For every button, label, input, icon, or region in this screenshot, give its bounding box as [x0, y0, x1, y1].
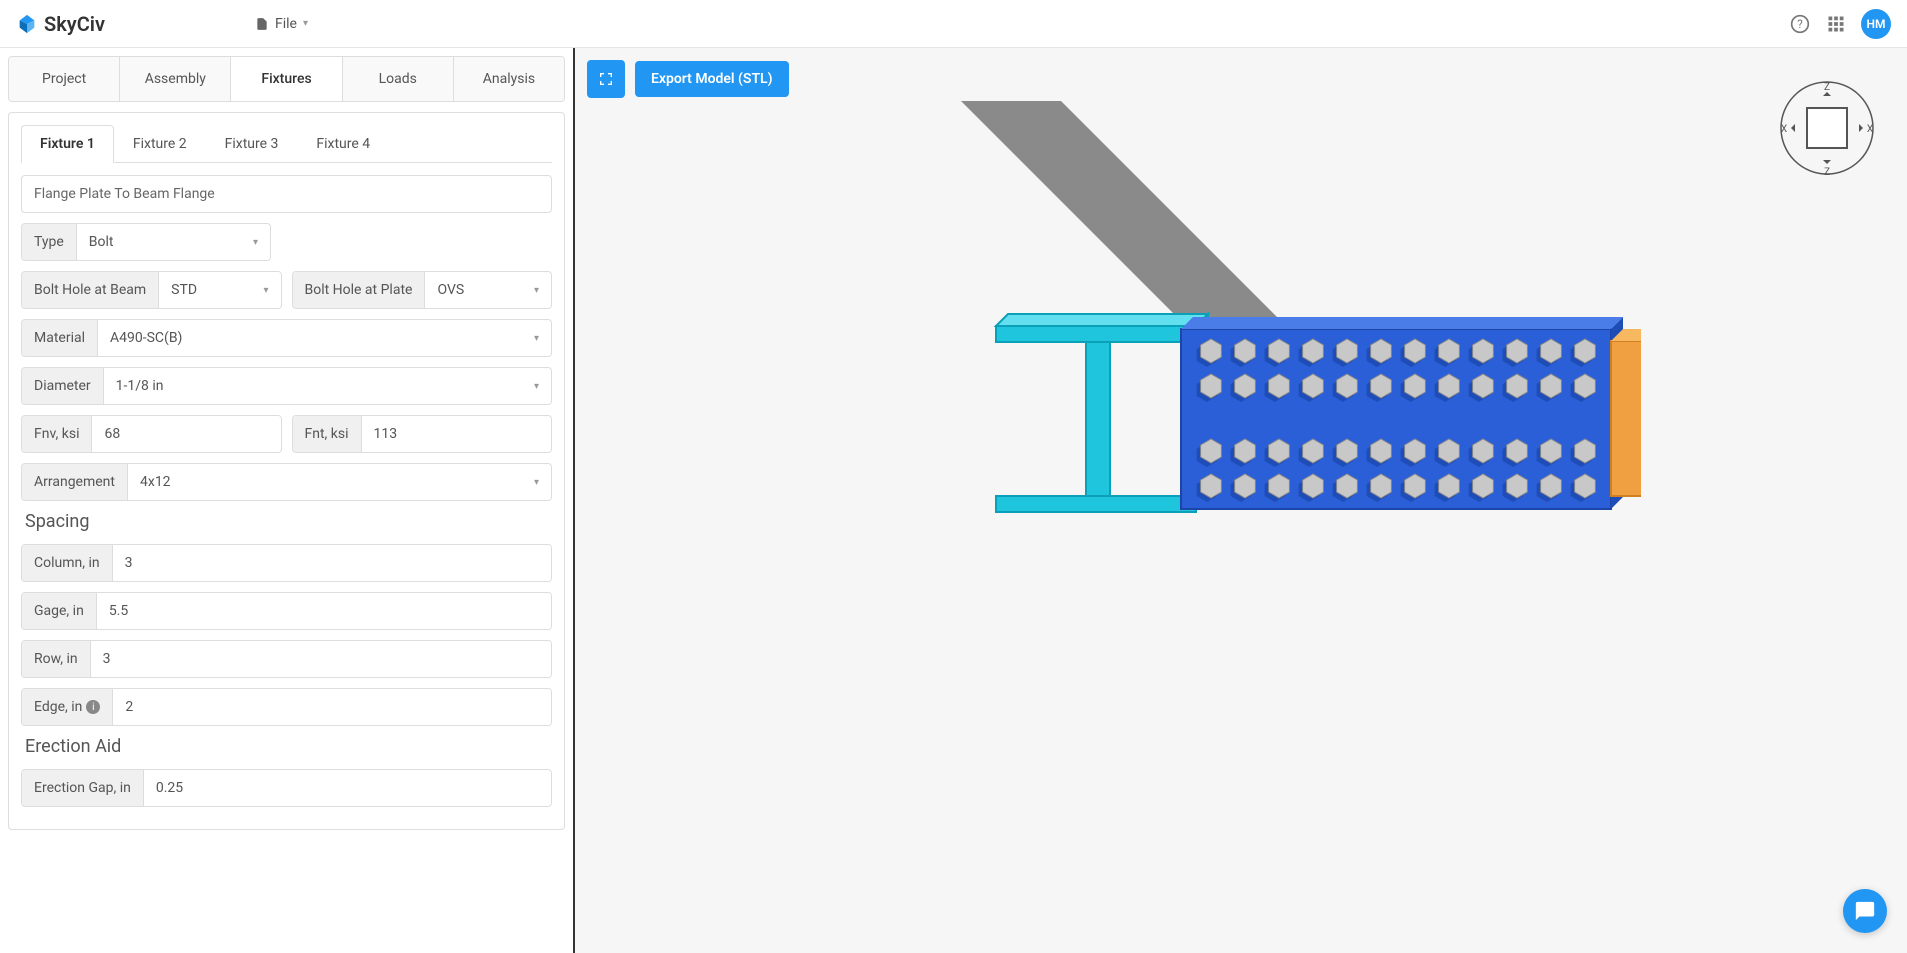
erection-gap-input[interactable]: 0.25 — [144, 770, 551, 806]
tab-project[interactable]: Project — [9, 57, 120, 101]
diameter-label: Diameter — [22, 368, 104, 404]
svg-text:Z: Z — [1824, 82, 1830, 93]
tab-analysis[interactable]: Analysis — [454, 57, 564, 101]
topbar-right: ? HM — [1789, 9, 1891, 39]
gage-input[interactable]: 5.5 — [97, 593, 551, 629]
material-select[interactable]: A490-SC(B)▾ — [98, 320, 551, 356]
topbar-left: SkyCiv File ▾ — [16, 12, 308, 36]
fnt-label: Fnt, ksi — [293, 416, 362, 452]
erection-gap-label: Erection Gap, in — [22, 770, 144, 806]
fixture-tab-4[interactable]: Fixture 4 — [297, 125, 389, 163]
expand-button[interactable] — [587, 60, 625, 98]
chevron-down-icon: ▾ — [303, 18, 308, 29]
fnv-input[interactable]: 68 — [92, 416, 280, 452]
model-render — [841, 101, 1641, 601]
fixture-name-input[interactable] — [21, 175, 552, 213]
tab-loads[interactable]: Loads — [343, 57, 454, 101]
diameter-select[interactable]: 1-1/8 in▾ — [104, 368, 551, 404]
edge-label: Edge, ini — [22, 689, 113, 725]
material-label: Material — [22, 320, 98, 356]
fixture-tabs: Fixture 1 Fixture 2 Fixture 3 Fixture 4 — [21, 125, 552, 163]
fixture-card: Fixture 1 Fixture 2 Fixture 3 Fixture 4 … — [8, 112, 565, 830]
svg-text:Z: Z — [1824, 167, 1830, 178]
column-input[interactable]: 3 — [113, 545, 551, 581]
fnv-label: Fnv, ksi — [22, 416, 92, 452]
user-avatar[interactable]: HM — [1861, 9, 1891, 39]
chat-button[interactable] — [1843, 889, 1887, 933]
chevron-down-icon: ▾ — [534, 333, 539, 344]
gage-label: Gage, in — [22, 593, 97, 629]
fixture-tab-2[interactable]: Fixture 2 — [114, 125, 206, 163]
apps-icon[interactable] — [1825, 13, 1847, 35]
column-label: Column, in — [22, 545, 113, 581]
chevron-down-icon: ▾ — [253, 237, 258, 248]
view-compass[interactable]: Z Z X X — [1777, 78, 1877, 178]
chevron-down-icon: ▾ — [263, 285, 268, 296]
bolt-hole-plate-select[interactable]: OVS▾ — [425, 272, 551, 308]
fixture-tab-3[interactable]: Fixture 3 — [206, 125, 298, 163]
arrangement-label: Arrangement — [22, 464, 128, 500]
arrangement-select[interactable]: 4x12▾ — [128, 464, 551, 500]
type-select[interactable]: Bolt▾ — [77, 224, 270, 260]
canvas-toolbar: Export Model (STL) — [587, 60, 789, 98]
tab-assembly[interactable]: Assembly — [120, 57, 231, 101]
chat-icon — [1854, 900, 1876, 922]
logo-icon — [16, 13, 38, 35]
help-icon[interactable]: ? — [1789, 13, 1811, 35]
spacing-header: Spacing — [25, 511, 552, 532]
viewport-3d[interactable]: Export Model (STL) Z Z X X — [575, 48, 1907, 953]
svg-text:X: X — [1867, 124, 1873, 135]
type-label: Type — [22, 224, 77, 260]
file-icon — [255, 17, 269, 31]
bolt-hole-plate-label: Bolt Hole at Plate — [293, 272, 426, 308]
row-input[interactable]: 3 — [91, 641, 551, 677]
chevron-down-icon: ▾ — [534, 285, 539, 296]
fixture-tab-1[interactable]: Fixture 1 — [21, 125, 114, 163]
svg-text:?: ? — [1797, 17, 1803, 31]
bolt-hole-beam-select[interactable]: STD▾ — [159, 272, 280, 308]
bolt-hole-beam-label: Bolt Hole at Beam — [22, 272, 159, 308]
export-model-button[interactable]: Export Model (STL) — [635, 61, 789, 97]
left-panel: Project Assembly Fixtures Loads Analysis… — [0, 48, 575, 953]
info-icon[interactable]: i — [86, 700, 100, 714]
edge-input[interactable]: 2 — [113, 689, 551, 725]
file-label: File — [275, 16, 297, 32]
file-menu[interactable]: File ▾ — [255, 16, 308, 32]
expand-icon — [598, 71, 614, 87]
brand-text: SkyCiv — [44, 12, 105, 36]
main-tabs: Project Assembly Fixtures Loads Analysis — [8, 56, 565, 102]
chevron-down-icon: ▾ — [534, 381, 539, 392]
chevron-down-icon: ▾ — [534, 477, 539, 488]
topbar: SkyCiv File ▾ ? HM — [0, 0, 1907, 48]
main: Project Assembly Fixtures Loads Analysis… — [0, 48, 1907, 953]
tab-fixtures[interactable]: Fixtures — [231, 57, 342, 101]
row-label-spacing: Row, in — [22, 641, 91, 677]
erection-header: Erection Aid — [25, 736, 552, 757]
fnt-input[interactable]: 113 — [362, 416, 551, 452]
svg-text:X: X — [1781, 124, 1787, 135]
brand-logo[interactable]: SkyCiv — [16, 12, 105, 36]
